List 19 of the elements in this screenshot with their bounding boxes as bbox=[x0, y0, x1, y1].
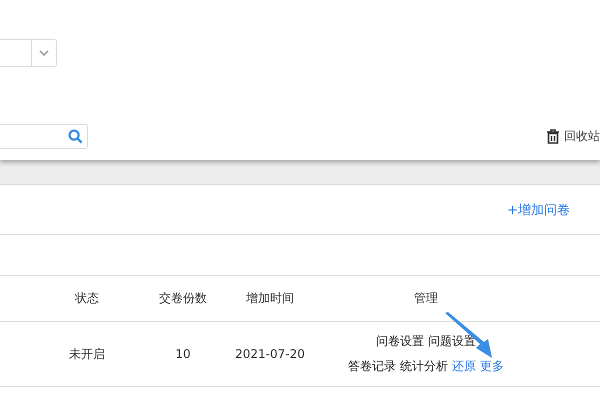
action-link[interactable]: 统计分析 bbox=[400, 358, 448, 375]
column-header: 增加时间 bbox=[245, 290, 295, 307]
table-cell-text: 未开启 bbox=[68, 346, 106, 362]
column-header: 交卷份数 bbox=[158, 290, 208, 307]
search-icon bbox=[68, 129, 83, 144]
column-header: 管理 bbox=[413, 290, 439, 307]
action-link[interactable]: 答卷记录 bbox=[348, 358, 396, 375]
trash-icon[interactable] bbox=[546, 129, 560, 144]
search-field[interactable] bbox=[0, 124, 88, 149]
dropdown-field[interactable] bbox=[0, 39, 57, 67]
action-link[interactable]: 问卷设置 bbox=[376, 333, 424, 350]
recycle-bin-link[interactable]: 回收站 bbox=[564, 128, 600, 145]
add-survey-link[interactable]: +增加问卷 bbox=[507, 200, 570, 218]
action-link[interactable]: 更多 bbox=[480, 358, 504, 375]
chevron-down-icon bbox=[39, 50, 49, 56]
table-cell-text: 10 bbox=[174, 347, 192, 361]
table-cell-text: 2021-07-20 bbox=[234, 347, 306, 361]
action-link[interactable]: 还原 bbox=[452, 358, 476, 375]
column-header: 状态 bbox=[74, 290, 100, 307]
